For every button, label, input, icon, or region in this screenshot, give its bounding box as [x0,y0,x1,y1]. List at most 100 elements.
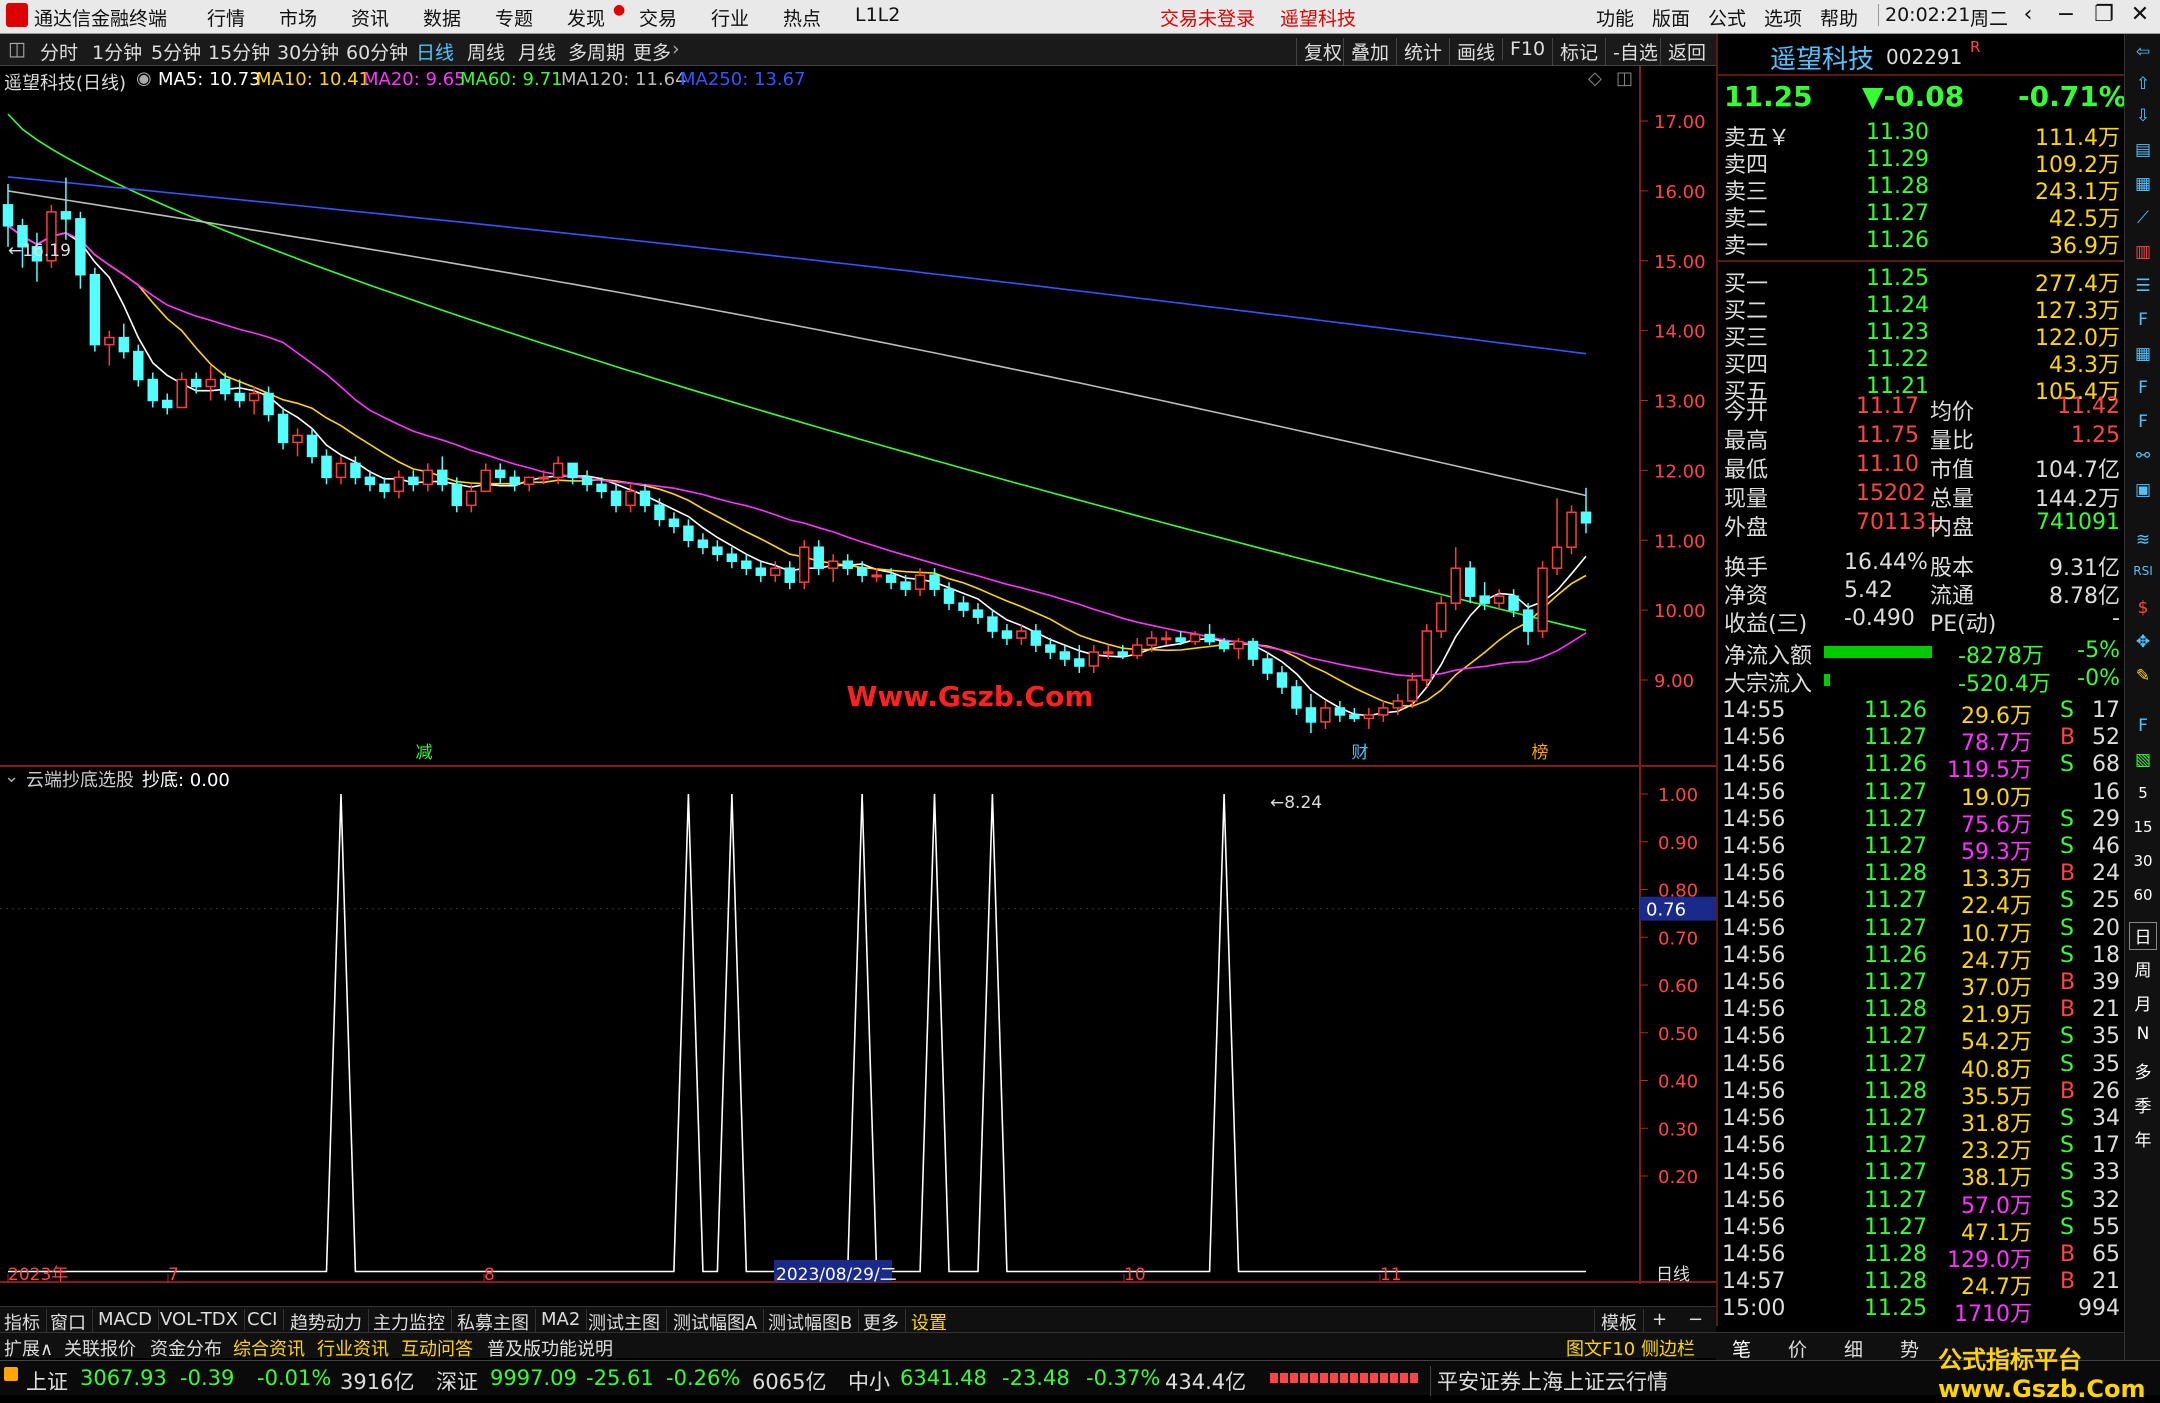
ext-related-quotes[interactable]: 关联报价 [64,1335,136,1361]
period-quick-5[interactable]: 5 [2129,784,2157,812]
toolbar-overlay[interactable]: 叠加 [1343,38,1389,65]
grid-icon[interactable]: ▦ [2129,174,2157,202]
period-daily[interactable]: 日线 [416,38,454,65]
toolbar-stats[interactable]: 统计 [1396,38,1442,65]
ext-expand[interactable]: 扩展∧ [4,1335,53,1361]
back-arrow-icon[interactable]: ‹ [2010,2,2046,32]
arrow-up-icon[interactable]: ⇧ [2129,74,2157,102]
menu-layout[interactable]: 版面 [1652,4,1690,31]
toolbar-mark[interactable]: 标记 [1552,38,1598,65]
rp-tab-trades[interactable]: 笔 [1732,1335,1751,1362]
rsi-icon[interactable]: RSI [2129,564,2157,592]
trade-login-status[interactable]: 交易未登录 [1160,4,1255,31]
menu-l1l2[interactable]: L1L2 [855,4,900,26]
ext-news[interactable]: 综合资讯 [233,1335,305,1361]
toolbar-watchlist[interactable]: -自选 [1605,38,1658,65]
period-quick-week[interactable]: 周 [2129,956,2157,984]
chevron-right-icon[interactable]: › [672,38,680,60]
fin-icon[interactable]: F [2129,310,2157,338]
menu-topics[interactable]: 专题 [495,4,533,31]
diamond-icon[interactable]: ◇ [1588,68,1602,89]
period-intraday[interactable]: 分时 [40,38,78,65]
link-icon[interactable]: ⚯ [2129,446,2157,474]
period-monthly[interactable]: 月线 [518,38,556,65]
period-quick-year[interactable]: 年 [2129,1126,2157,1154]
f2-icon[interactable]: F [2129,412,2157,440]
menu-function[interactable]: 功能 [1596,4,1634,31]
tab-vol-tdx[interactable]: VOL-TDX [160,1309,245,1330]
ext-industry-news[interactable]: 行业资讯 [317,1335,389,1361]
period-1min[interactable]: 1分钟 [92,38,142,65]
trend-icon[interactable]: ≋ [2129,530,2157,558]
plus-icon[interactable]: + [1652,1309,1673,1330]
index-sz-name[interactable]: 深证 [436,1366,478,1396]
period-quick-n[interactable]: N [2129,1024,2157,1052]
menu-data[interactable]: 数据 [423,4,461,31]
toolbar-return[interactable]: 返回 [1660,38,1706,65]
toolbar-f10[interactable]: F10 [1502,38,1545,60]
period-quick-day[interactable]: 日 [2129,922,2157,950]
arrow-down-icon[interactable]: ⇩ [2129,106,2157,134]
money-icon[interactable]: $ [2129,598,2157,626]
period-multi[interactable]: 多周期 [568,38,625,65]
pencil-icon[interactable]: ✎ [2129,666,2157,694]
rp-tab-detail[interactable]: 细 [1844,1335,1863,1362]
tick-list[interactable]: 14:55 11.26 29.6万 S 17 14:56 11.27 78.7万 B 52 14:5… [1718,698,2126,1338]
minimize-icon[interactable]: − [2048,2,2084,32]
close-icon[interactable]: ✕ [2122,2,2158,32]
toolbar-restore-rights[interactable]: 复权 [1296,38,1342,65]
list-icon[interactable]: ☰ [2129,276,2157,304]
photo-icon[interactable]: ▧ [2129,750,2157,778]
period-quick-multi[interactable]: 多 [2129,1058,2157,1086]
menu-hot[interactable]: 热点 [783,4,821,31]
period-weekly[interactable]: 周线 [467,38,505,65]
table-icon[interactable]: ▦ [2129,344,2157,372]
f1-icon[interactable]: F [2129,378,2157,406]
settings-circle-icon[interactable]: ◉ [136,68,152,89]
tab-cci[interactable]: CCI [247,1309,285,1330]
menu-news[interactable]: 资讯 [351,4,389,31]
menu-trade[interactable]: 交易 [639,4,677,31]
crosshair-icon[interactable]: ✥ [2129,632,2157,660]
period-quick-quarter[interactable]: 季 [2129,1092,2157,1120]
menu-market[interactable]: 市场 [279,4,317,31]
rp-tab-trend[interactable]: 势 [1900,1335,1919,1362]
index-sh-name[interactable]: 上证 [26,1366,68,1396]
rp-tab-price[interactable]: 价 [1788,1335,1807,1362]
period-15min[interactable]: 15分钟 [208,38,270,65]
chart-area[interactable]: 17.00 16.00 15.00 14.00 13.00 12.00 11.00 10.00… [0,66,1716,1285]
menu-help[interactable]: 帮助 [1820,4,1858,31]
panel-toggle-icon[interactable]: ◫ [8,38,26,60]
period-more[interactable]: 更多 [633,38,671,65]
period-quick-15[interactable]: 15 [2129,818,2157,846]
menu-industry[interactable]: 行业 [711,4,749,31]
ext-qa[interactable]: 互动问答 [401,1335,473,1361]
period-60min[interactable]: 60分钟 [346,38,408,65]
ext-feature-guide[interactable]: 普及版功能说明 [487,1335,613,1361]
period-5min[interactable]: 5分钟 [151,38,201,65]
fs-icon[interactable]: F [2129,716,2157,744]
toolbar-draw[interactable]: 画线 [1449,38,1495,65]
restore-icon[interactable]: ❐ [2086,2,2122,32]
tab-macd[interactable]: MACD [98,1309,159,1330]
minus-icon[interactable]: − [1688,1309,1709,1330]
candle-icon[interactable]: ▥ [2129,242,2157,270]
line-chart-icon[interactable]: ⟋ [2129,208,2157,236]
expand-icon[interactable]: ◫ [1616,68,1633,89]
arrow-left-icon[interactable]: ⇦ [2129,42,2157,70]
kline-chart-svg[interactable]: 17.00 16.00 15.00 14.00 13.00 12.00 11.00 10.00… [0,66,1716,1285]
index-zx-name[interactable]: 中小 [848,1366,890,1396]
chevron-down-icon[interactable]: ⌄ [4,766,19,787]
period-30min[interactable]: 30分钟 [277,38,339,65]
menu-discover[interactable]: 发现 [567,4,605,31]
period-quick-60[interactable]: 60 [2129,886,2157,914]
menu-options[interactable]: 选项 [1764,4,1802,31]
ext-fund-dist[interactable]: 资金分布 [150,1335,222,1361]
chart-icon[interactable]: ▤ [2129,140,2157,168]
calc-icon[interactable]: ▣ [2129,480,2157,508]
period-quick-month[interactable]: 月 [2129,990,2157,1018]
tab-ma2[interactable]: MA2 [541,1309,588,1330]
period-quick-30[interactable]: 30 [2129,852,2157,880]
menu-formula[interactable]: 公式 [1708,4,1746,31]
menu-quotes[interactable]: 行情 [207,4,245,31]
